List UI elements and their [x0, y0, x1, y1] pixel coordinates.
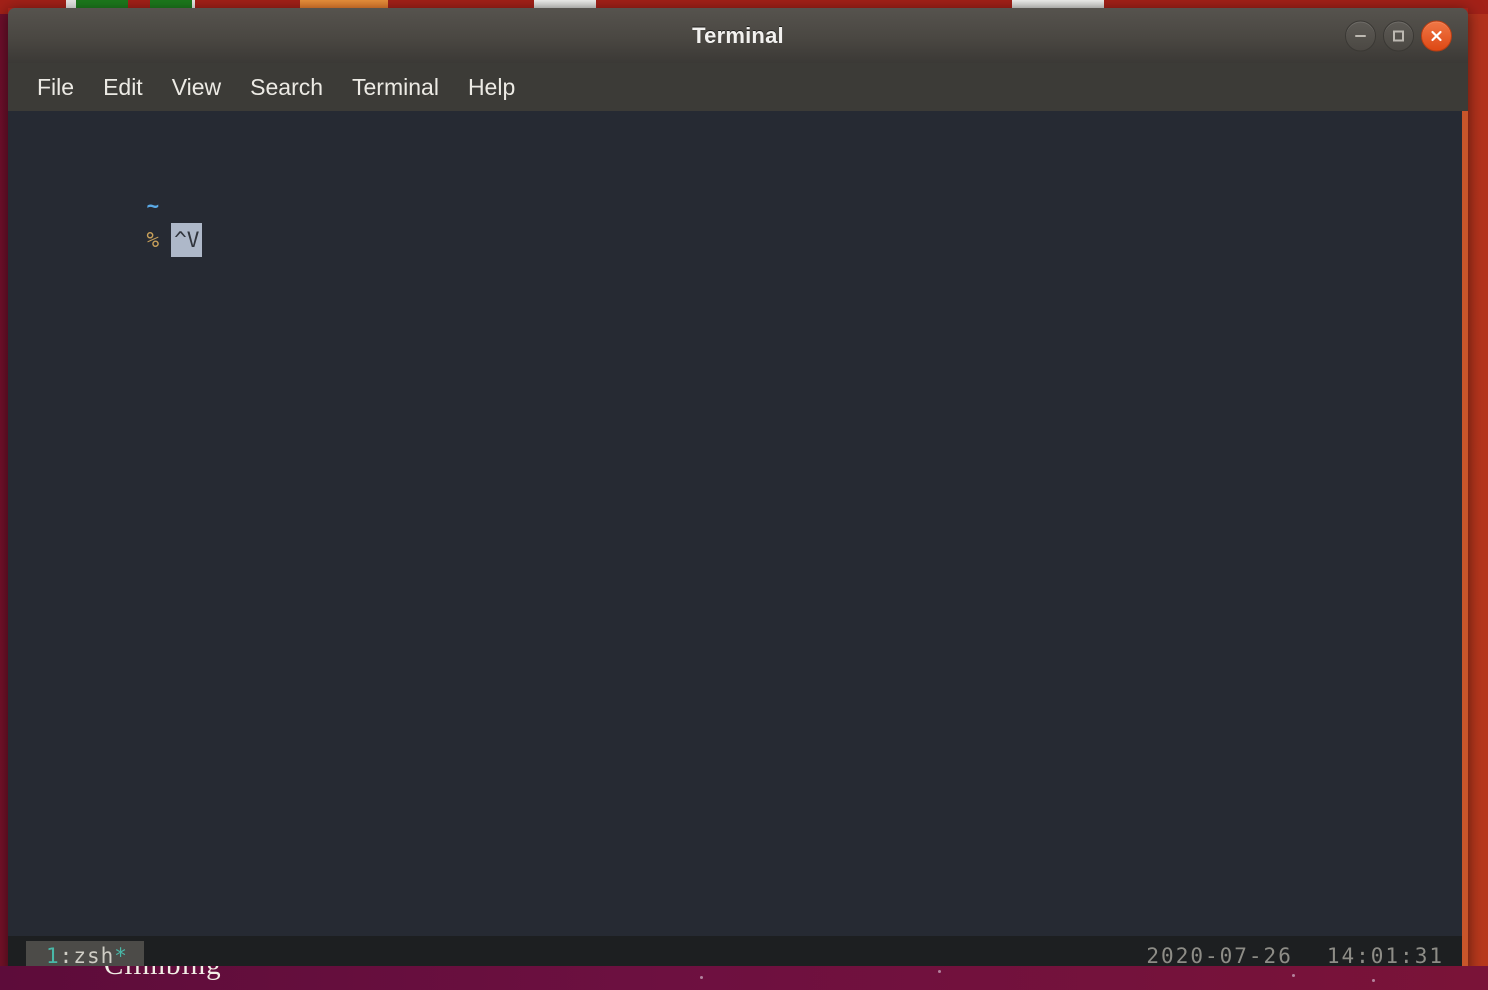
terminal-line-prompt: % ^V	[20, 189, 1462, 257]
tilde-path: ~	[146, 194, 160, 218]
minimize-icon	[1355, 34, 1366, 37]
window-titlebar[interactable]: Terminal	[8, 8, 1468, 63]
menu-item-file[interactable]: File	[28, 72, 83, 103]
menu-item-search[interactable]: Search	[241, 72, 332, 103]
tmux-separator: :	[59, 944, 74, 968]
tmux-active-flag: *	[114, 944, 128, 968]
wallpaper-dot-4	[938, 970, 941, 973]
minimize-button[interactable]	[1345, 20, 1376, 51]
status-time: 14:01:31	[1326, 944, 1444, 968]
maximize-icon	[1393, 30, 1404, 41]
window-title: Terminal	[692, 22, 784, 48]
terminal-line-tilde: ~	[20, 155, 1462, 218]
terminal-body-wrapper: ~ % ^V	[8, 111, 1468, 936]
tmux-status-right: 2020-07-26 14:01:31	[1146, 944, 1444, 968]
tmux-window-index: 1	[46, 944, 60, 968]
desktop-background: Terminal File Edit View Search Terminal …	[0, 0, 1488, 990]
menu-item-help[interactable]: Help	[459, 72, 524, 103]
wallpaper-clipped-text: Climbing	[104, 966, 222, 982]
terminal-output-area[interactable]: ~ % ^V	[8, 111, 1462, 936]
menu-bar: File Edit View Search Terminal Help	[8, 63, 1468, 111]
status-date: 2020-07-26	[1146, 944, 1293, 968]
wallpaper-dot-1	[700, 976, 703, 979]
prompt-symbol: %	[146, 228, 160, 252]
menu-item-edit[interactable]: Edit	[94, 72, 152, 103]
menu-item-terminal[interactable]: Terminal	[343, 72, 448, 103]
wallpaper-bottom-band: Climbing	[0, 966, 1488, 990]
close-button[interactable]	[1421, 20, 1452, 51]
menu-item-view[interactable]: View	[163, 72, 230, 103]
tmux-window-name: zsh	[73, 944, 115, 968]
close-icon	[1431, 30, 1442, 41]
terminal-window: Terminal File Edit View Search Terminal …	[8, 8, 1468, 976]
maximize-button[interactable]	[1383, 20, 1414, 51]
terminal-cursor: ^V	[171, 223, 203, 257]
wallpaper-dot-3	[1372, 979, 1375, 982]
window-controls	[1345, 20, 1452, 51]
wallpaper-dot-2	[1292, 974, 1295, 977]
